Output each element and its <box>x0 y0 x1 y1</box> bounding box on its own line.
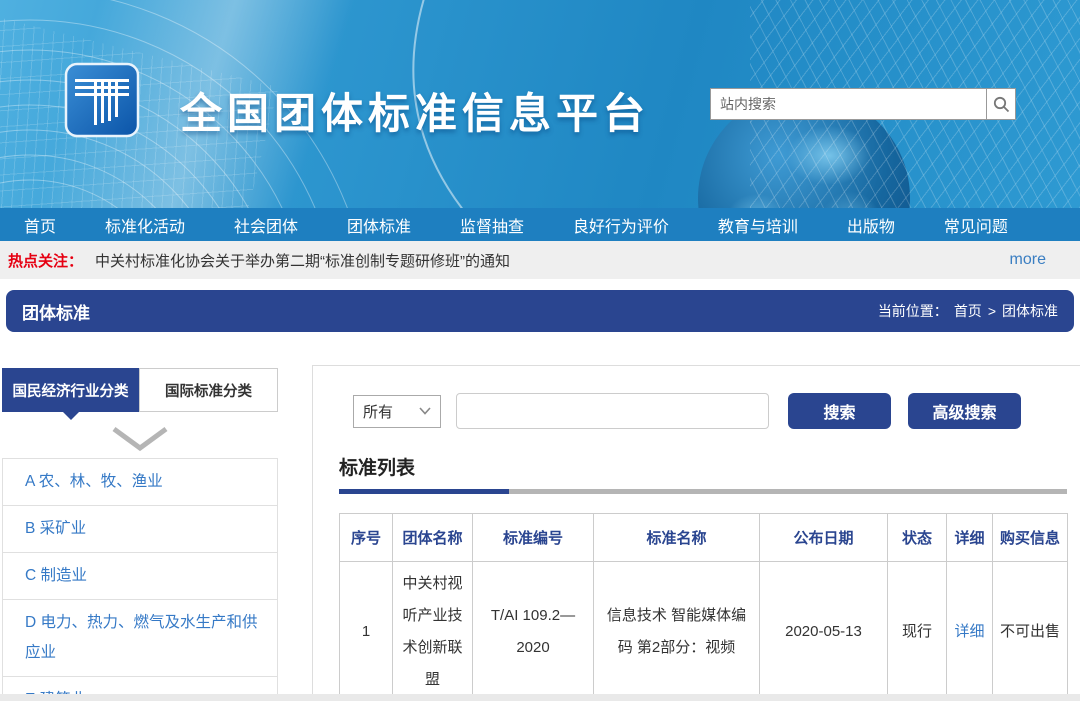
breadcrumb: 当前位置： 首页 > 团体标准 <box>878 301 1058 321</box>
breadcrumb-home-link[interactable]: 首页 <box>954 301 982 321</box>
cell-no: 1 <box>339 561 393 701</box>
section-bar: 团体标准 当前位置： 首页 > 团体标准 <box>6 290 1074 332</box>
hot-topics-bar: 热点关注： 中关村标准化协会关于举办第二期“标准创制专题研修班”的通知 more <box>0 241 1080 279</box>
advanced-search-button[interactable]: 高级搜索 <box>908 393 1021 429</box>
site-search-input[interactable] <box>710 88 986 120</box>
nav-item-faq[interactable]: 常见问题 <box>944 213 1008 237</box>
nav-item-social-groups[interactable]: 社会团体 <box>234 213 298 237</box>
main-nav: 首页 标准化活动 社会团体 团体标准 监督抽查 良好行为评价 教育与培训 出版物… <box>0 208 1080 241</box>
category-select-value: 所有 <box>363 403 394 421</box>
breadcrumb-current: 团体标准 <box>1002 303 1058 319</box>
tab-international-standard-classification[interactable]: 国际标准分类 <box>139 368 278 412</box>
page: 全国团体标准信息平台 首页 标准化活动 社会团体 团体标准 监督抽查 良好行为评… <box>0 0 1080 701</box>
nav-item-education-training[interactable]: 教育与培训 <box>718 213 798 237</box>
table-row: 1 中关村视听产业技术创新联盟 T/AI 109.2—2020 信息技术 智能媒… <box>339 561 1068 701</box>
nav-item-supervision[interactable]: 监督抽查 <box>460 213 524 237</box>
title-underline-accent <box>339 489 509 494</box>
site-title: 全国团体标准信息平台 <box>180 90 651 137</box>
cell-status: 现行 <box>887 561 947 701</box>
section-title: 团体标准 <box>22 303 90 323</box>
category-item-d[interactable]: D 电力、热力、燃气及水生产和供应业 <box>3 600 277 677</box>
platform-logo-icon[interactable] <box>64 62 140 138</box>
filter-row: 所有 搜索 高级搜索 <box>353 393 1080 429</box>
category-select[interactable]: 所有 <box>353 394 441 428</box>
select-chevron-icon <box>419 407 431 415</box>
main-panel: 所有 搜索 高级搜索 标准列表 序号 团体名称 标准编号 标准名称 公布日期 状… <box>312 365 1080 701</box>
standards-table: 序号 团体名称 标准编号 标准名称 公布日期 状态 详细 购买信息 1 中关村视… <box>339 513 1068 701</box>
table-header-row: 序号 团体名称 标准编号 标准名称 公布日期 状态 详细 购买信息 <box>339 513 1068 562</box>
cell-date: 2020-05-13 <box>759 561 888 701</box>
tab-label: 国民经济行业分类 <box>12 383 129 400</box>
header-banner: 全国团体标准信息平台 <box>0 0 1080 208</box>
standard-list-title: 标准列表 <box>339 458 416 479</box>
category-item-a[interactable]: A 农、林、牧、渔业 <box>3 459 277 506</box>
nav-item-publications[interactable]: 出版物 <box>847 213 895 237</box>
cell-name: 信息技术 智能媒体编码 第2部分：视频 <box>593 561 760 701</box>
col-header-code: 标准编号 <box>472 513 594 562</box>
tab-label: 国际标准分类 <box>165 383 252 400</box>
breadcrumb-separator: > <box>987 303 996 319</box>
site-search <box>710 88 1016 120</box>
cell-detail: 详细 <box>946 561 993 701</box>
col-header-no: 序号 <box>339 513 393 562</box>
hot-news-link[interactable]: 中关村标准化协会关于举办第二期“标准创制专题研修班”的通知 <box>95 250 510 271</box>
keyword-input[interactable] <box>456 393 769 429</box>
cell-code: T/AI 109.2—2020 <box>472 561 594 701</box>
category-item-c[interactable]: C 制造业 <box>3 553 277 600</box>
col-header-name: 标准名称 <box>593 513 760 562</box>
tab-national-economy-classification[interactable]: 国民经济行业分类 <box>2 368 139 420</box>
nav-item-standardization-activities[interactable]: 标准化活动 <box>105 213 185 237</box>
nav-item-group-standards[interactable]: 团体标准 <box>347 213 411 237</box>
category-sidebar: 国民经济行业分类 国际标准分类 A 农、林、牧、渔业 B 采矿业 C 制造业 D… <box>2 368 278 701</box>
category-list: A 农、林、牧、渔业 B 采矿业 C 制造业 D 电力、热力、燃气及水生产和供应… <box>2 458 278 701</box>
chevron-down-icon <box>112 426 168 452</box>
hot-topics-label: 热点关注： <box>8 252 84 270</box>
category-tabs: 国民经济行业分类 国际标准分类 <box>2 368 278 420</box>
cell-org: 中关村视听产业技术创新联盟 <box>392 561 473 701</box>
col-header-detail: 详细 <box>946 513 993 562</box>
category-item-b[interactable]: B 采矿业 <box>3 506 277 553</box>
col-header-purchase: 购买信息 <box>992 513 1068 562</box>
site-search-button[interactable] <box>986 88 1016 120</box>
nav-item-good-behavior[interactable]: 良好行为评价 <box>573 213 669 237</box>
col-header-org: 团体名称 <box>392 513 473 562</box>
cell-purchase: 不可出售 <box>992 561 1068 701</box>
search-button[interactable]: 搜索 <box>788 393 891 429</box>
nav-item-home[interactable]: 首页 <box>24 213 56 237</box>
breadcrumb-prefix: 当前位置： <box>877 303 948 319</box>
title-underline <box>339 489 1067 494</box>
more-link[interactable]: more <box>1010 251 1046 269</box>
detail-link[interactable]: 详细 <box>954 623 984 640</box>
col-header-status: 状态 <box>887 513 947 562</box>
magnifier-icon <box>993 96 1009 112</box>
bottom-strip <box>0 694 1080 701</box>
col-header-date: 公布日期 <box>759 513 888 562</box>
